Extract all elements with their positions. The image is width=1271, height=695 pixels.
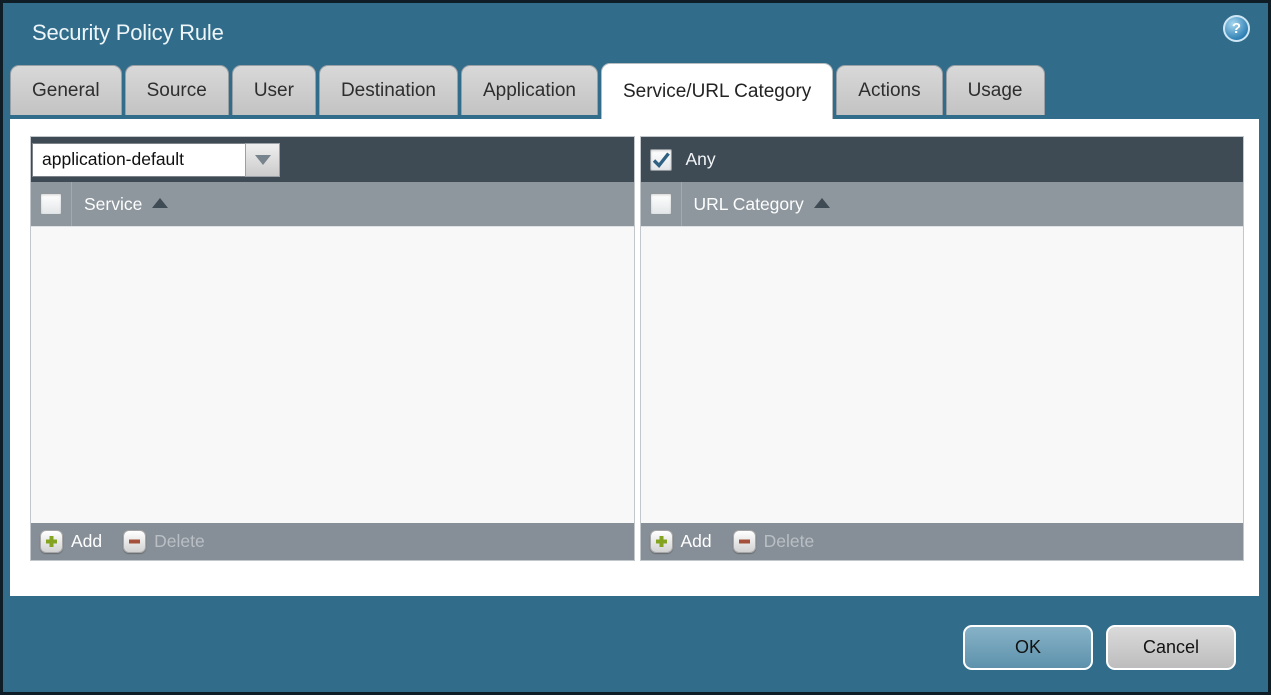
url-category-column-header-row: URL Category	[640, 182, 1243, 226]
tab-user[interactable]: User	[231, 65, 316, 115]
tab-content-service-url-category: application-default Service Add Delete A…	[10, 119, 1259, 596]
service-list	[31, 226, 634, 523]
service-type-dropdown[interactable]: application-default	[32, 142, 280, 177]
service-column-header-row: Service	[31, 182, 634, 226]
tab-label: User	[253, 79, 294, 101]
cancel-button-label: Cancel	[1142, 637, 1200, 657]
url-category-column-header[interactable]: URL Category	[694, 194, 830, 215]
url-category-panel: Any URL Category Add Delete	[639, 136, 1244, 561]
any-checkbox[interactable]	[649, 148, 672, 171]
service-add-label: Add	[71, 531, 103, 551]
url-category-add-button[interactable]: Add	[649, 530, 712, 553]
url-category-select-all-checkbox[interactable]	[649, 193, 672, 215]
service-toolbar: application-default	[31, 137, 634, 182]
any-checkbox-label: Any	[685, 149, 716, 169]
tab-general[interactable]: General	[10, 65, 122, 115]
tab-label: Source	[146, 79, 207, 101]
dialog-titlebar: Security Policy Rule	[3, 3, 1268, 63]
url-category-list	[640, 226, 1243, 523]
service-select-all-cell	[31, 182, 72, 226]
security-policy-rule-dialog: Security Policy Rule ? General Source Us…	[0, 0, 1271, 695]
service-type-dropdown-button[interactable]	[245, 142, 280, 177]
tab-service-url-category[interactable]: Service/URL Category	[600, 63, 834, 119]
tab-destination[interactable]: Destination	[318, 65, 458, 115]
sort-ascending-icon	[152, 198, 169, 208]
service-delete-button[interactable]: Delete	[123, 530, 205, 553]
service-column-label: Service	[84, 193, 143, 214]
tab-label: General	[32, 79, 100, 101]
tab-source[interactable]: Source	[124, 65, 229, 115]
service-delete-label: Delete	[154, 531, 205, 551]
tab-label: Service/URL Category	[622, 80, 812, 102]
service-panel: application-default Service Add Delete	[30, 136, 635, 561]
service-select-all-checkbox[interactable]	[40, 193, 62, 215]
service-column-header[interactable]: Service	[84, 193, 169, 215]
tab-usage[interactable]: Usage	[945, 65, 1045, 115]
url-category-select-all-cell	[641, 182, 682, 226]
cancel-button[interactable]: Cancel	[1106, 625, 1236, 670]
url-category-delete-label: Delete	[763, 531, 815, 551]
minus-icon	[732, 530, 756, 553]
url-category-column-label: URL Category	[693, 193, 804, 214]
help-glyph: ?	[1231, 20, 1242, 37]
service-footer: Add Delete	[31, 523, 634, 560]
tab-application[interactable]: Application	[461, 65, 598, 115]
ok-button-label: OK	[1014, 637, 1041, 657]
chevron-down-icon	[254, 154, 271, 165]
tab-actions[interactable]: Actions	[836, 65, 943, 115]
dialog-button-row: OK Cancel	[963, 625, 1236, 670]
service-add-button[interactable]: Add	[40, 530, 102, 553]
help-icon[interactable]: ?	[1223, 15, 1250, 42]
panels-container: application-default Service Add Delete A…	[10, 119, 1259, 561]
sort-ascending-icon	[813, 198, 830, 208]
checkmark-icon	[652, 151, 670, 168]
tab-label: Application	[483, 79, 576, 101]
service-type-dropdown-value[interactable]: application-default	[32, 142, 245, 177]
tab-bar: General Source User Destination Applicat…	[10, 63, 1045, 119]
plus-icon	[40, 530, 63, 553]
tab-label: Destination	[340, 79, 436, 101]
ok-button[interactable]: OK	[963, 625, 1093, 670]
url-category-add-label: Add	[680, 531, 712, 551]
url-category-toolbar: Any	[640, 137, 1243, 182]
tab-label: Usage	[967, 79, 1023, 101]
url-category-delete-button[interactable]: Delete	[732, 530, 815, 553]
plus-icon	[649, 530, 673, 553]
url-category-footer: Add Delete	[640, 523, 1243, 560]
minus-icon	[123, 530, 147, 553]
tab-label: Actions	[858, 79, 921, 101]
dialog-title: Security Policy Rule	[32, 20, 224, 45]
